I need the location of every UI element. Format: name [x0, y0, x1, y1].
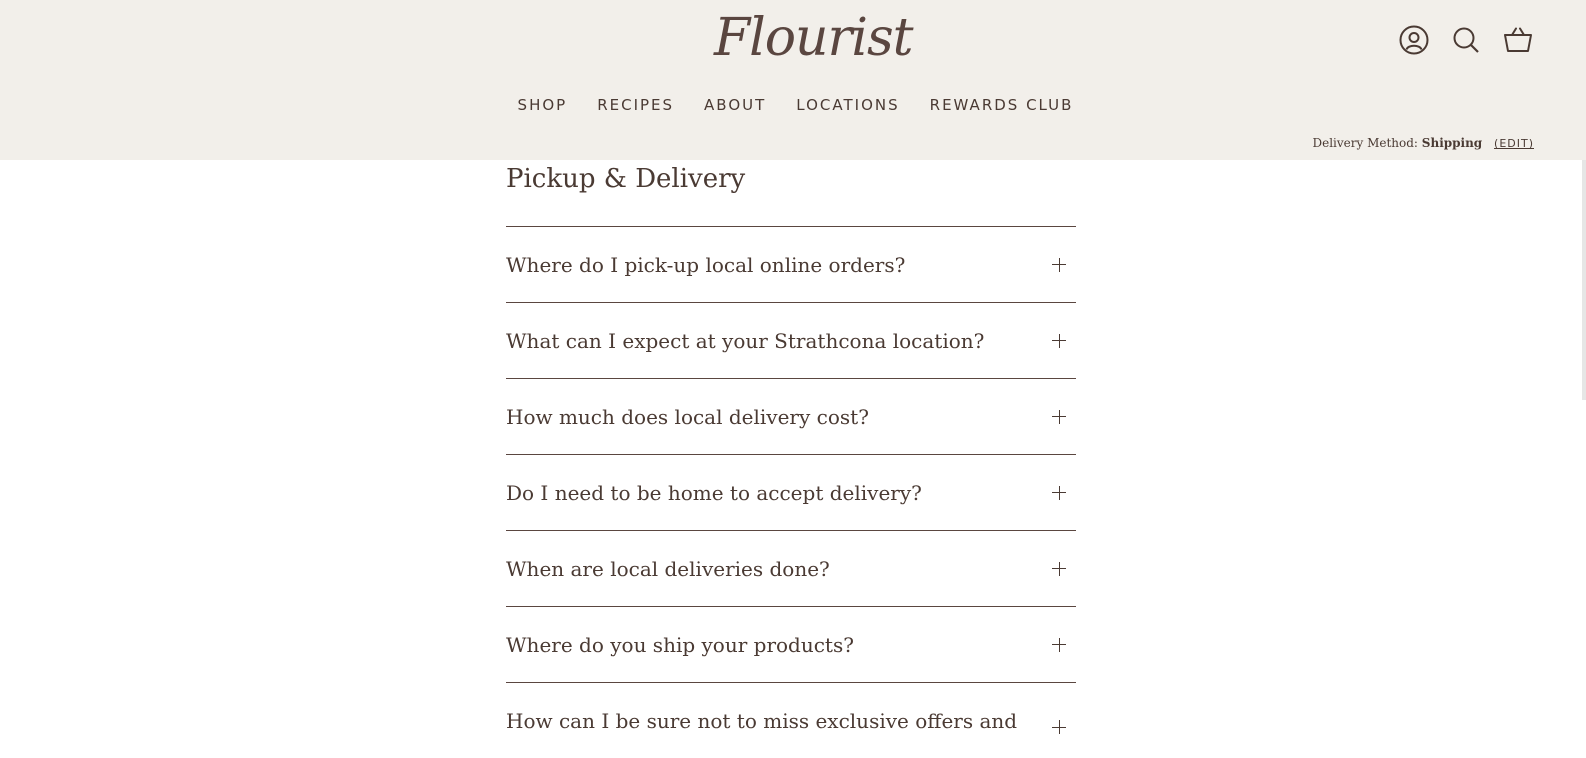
delivery-method-label: Delivery Method: [1312, 136, 1418, 150]
faq-item[interactable]: How can I be sure not to miss exclusive … [506, 683, 1076, 758]
faq-section: Pickup & Delivery Where do I pick-up loc… [506, 160, 1076, 758]
plus-icon[interactable] [1052, 485, 1066, 500]
delivery-method: Delivery Method: Shipping (EDIT) [1312, 136, 1534, 150]
plus-icon[interactable] [1052, 333, 1066, 348]
faq-question: When are local deliveries done? [506, 556, 830, 581]
account-icon[interactable] [1398, 24, 1430, 56]
faq-item[interactable]: What can I expect at your Strathcona loc… [506, 303, 1076, 379]
header-icons [1398, 24, 1534, 56]
section-title: Pickup & Delivery [506, 164, 746, 194]
nav-item-recipes[interactable]: RECIPES [597, 96, 674, 114]
faq-question: Where do I pick-up local online orders? [506, 252, 906, 277]
nav-item-locations[interactable]: LOCATIONS [796, 96, 899, 114]
faq-item[interactable]: Where do I pick-up local online orders? [506, 227, 1076, 303]
delivery-edit-link[interactable]: (EDIT) [1494, 137, 1534, 150]
nav-item-rewards-club[interactable]: REWARDS CLUB [930, 96, 1074, 114]
faq-question: How can I be sure not to miss exclusive … [506, 709, 1018, 733]
faq-item[interactable]: Where do you ship your products? [506, 607, 1076, 683]
faq-question: What can I expect at your Strathcona loc… [506, 328, 985, 353]
nav-item-about[interactable]: ABOUT [704, 96, 766, 114]
faq-item[interactable]: How much does local delivery cost? [506, 379, 1076, 455]
faq-question: How much does local delivery cost? [506, 404, 869, 429]
plus-icon[interactable] [1052, 561, 1066, 576]
plus-icon[interactable] [1052, 637, 1066, 652]
faq-question: Do I need to be home to accept delivery? [506, 480, 922, 505]
scrollbar[interactable] [1582, 160, 1586, 400]
faq-item[interactable]: When are local deliveries done? [506, 531, 1076, 607]
main-nav: SHOP RECIPES ABOUT LOCATIONS REWARDS CLU… [0, 96, 1586, 114]
site-header: Flourist SHOP RECIPES ABOUT LOCATIONS RE… [0, 0, 1586, 160]
faq-question: Where do you ship your products? [506, 632, 854, 657]
plus-icon[interactable] [1052, 409, 1066, 424]
logo[interactable]: Flourist [714, 6, 914, 70]
search-icon[interactable] [1450, 24, 1482, 56]
faq-item[interactable]: Do I need to be home to accept delivery? [506, 455, 1076, 531]
faq-list: Where do I pick-up local online orders? … [506, 226, 1076, 758]
delivery-method-value: Shipping [1421, 136, 1483, 150]
plus-icon[interactable] [1052, 720, 1066, 734]
plus-icon[interactable] [1052, 257, 1066, 272]
cart-icon[interactable] [1502, 24, 1534, 56]
nav-item-shop[interactable]: SHOP [518, 96, 568, 114]
